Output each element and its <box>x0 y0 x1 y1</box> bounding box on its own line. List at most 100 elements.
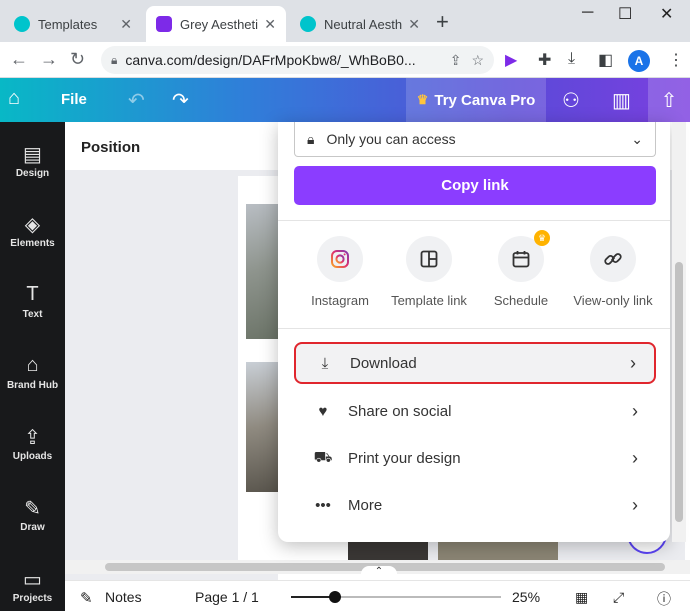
sidebar-item-draw[interactable]: ✎ Draw <box>0 496 65 533</box>
more-option[interactable]: ••• More › <box>294 484 656 526</box>
sidebar-item-brand-hub[interactable]: ⌂ Brand Hub <box>0 354 65 391</box>
downloads-icon[interactable]: ⤓ <box>568 50 575 68</box>
option-label: More <box>348 496 383 514</box>
collapse-pages-handle[interactable]: ⌃ <box>361 566 397 580</box>
zoom-slider[interactable] <box>291 591 501 603</box>
instagram-icon <box>317 236 363 282</box>
option-label: Download <box>350 354 417 372</box>
undo-icon[interactable]: ↶ <box>128 88 145 113</box>
sidebar-item-design[interactable]: ▤ Design <box>0 142 65 179</box>
side-panel-icon[interactable]: ◧ <box>598 50 613 70</box>
link-icon <box>590 236 636 282</box>
chevron-right-icon: › <box>630 352 636 373</box>
back-icon[interactable]: ← <box>10 49 28 70</box>
projects-icon: ▭ <box>23 569 42 591</box>
address-bar[interactable]: 🔒︎ canva.com/design/DAFrMpoKbw8/_WhBoB0.… <box>101 46 494 74</box>
copy-link-button[interactable]: Copy link <box>294 166 656 205</box>
divider <box>278 220 670 221</box>
sidebar-item-uploads[interactable]: ⇪ Uploads <box>0 425 65 462</box>
notes-button[interactable]: Notes <box>105 589 142 605</box>
canva-header: ⌂ File ↶ ↷ ♛ Try Canva Pro ⚇ ▥ ⇧ <box>0 78 690 122</box>
sidebar-item-label: Design <box>15 168 50 179</box>
browser-tab-templates[interactable]: Templates ✕ <box>4 6 142 42</box>
photo-portrait[interactable] <box>348 542 428 560</box>
zoom-level[interactable]: 25% <box>512 589 540 605</box>
share-menu-scrollbar[interactable] <box>672 122 686 542</box>
maximize-icon[interactable]: ☐ <box>618 4 632 24</box>
try-canva-pro-button[interactable]: ♛ Try Canva Pro <box>406 78 546 122</box>
browser-tab-neutral-aesthetic[interactable]: Neutral Aesthe ✕ <box>290 6 430 42</box>
profile-avatar[interactable]: A <box>628 50 650 72</box>
sidebar-item-projects[interactable]: ▭ Projects <box>0 567 65 604</box>
new-tab-icon[interactable]: + <box>436 9 449 35</box>
design-icon: ▤ <box>23 144 42 166</box>
share-schedule[interactable]: ♛ Schedule <box>471 230 571 308</box>
download-option[interactable]: ⤓ Download › <box>294 342 656 384</box>
download-icon: ⤓ <box>321 354 329 372</box>
tab-close-icon[interactable]: ✕ <box>408 16 420 33</box>
fullscreen-icon[interactable]: ⤢ <box>613 589 624 606</box>
quick-action-label: Instagram <box>311 293 369 308</box>
access-level-value: Only you can access <box>326 131 456 147</box>
browser-tab-bar: Templates ✕ Grey Aesthetic ✕ Neutral Aes… <box>0 0 690 42</box>
sidebar-item-label: Elements <box>10 238 55 249</box>
draw-icon: ✎ <box>24 498 41 520</box>
access-level-select[interactable]: 🔒︎ Only you can access ⌄ <box>294 122 656 157</box>
print-design-option[interactable]: ⛟ Print your design › <box>294 437 656 479</box>
zoom-slider-knob[interactable] <box>329 591 341 603</box>
sidebar-item-text[interactable]: T Text <box>0 283 65 320</box>
lock-icon: 🔒︎ <box>111 52 118 67</box>
extension-play-icon[interactable]: ▶ <box>505 50 517 70</box>
insights-chart-icon[interactable]: ▥ <box>612 88 631 113</box>
sidebar-item-label: Uploads <box>12 451 53 462</box>
tab-title: Grey Aesthetic <box>180 16 259 32</box>
redo-icon[interactable]: ↷ <box>172 88 189 113</box>
browser-tab-grey-aesthetic[interactable]: Grey Aesthetic ✕ <box>146 6 286 42</box>
page-indicator[interactable]: Page 1 / 1 <box>195 589 259 605</box>
sidebar-item-label: Draw <box>20 522 45 533</box>
window-close-icon[interactable]: ✕ <box>660 4 673 24</box>
share-on-social-option[interactable]: ♥ Share on social › <box>294 390 656 432</box>
sidebar-item-elements[interactable]: ◈ Elements <box>0 212 65 249</box>
crown-icon: ♛ <box>416 92 429 107</box>
share-instagram[interactable]: Instagram <box>290 236 390 308</box>
home-icon[interactable]: ⌂ <box>8 87 20 110</box>
share-page-icon[interactable]: ⇪ <box>450 52 462 69</box>
extensions-puzzle-icon[interactable]: ✚ <box>538 50 551 70</box>
upload-share-icon: ⇧ <box>660 89 678 112</box>
notes-icon[interactable]: ✎ <box>80 589 93 607</box>
canva-favicon-icon <box>14 16 30 32</box>
url-text: canva.com/design/DAFrMpoKbw8/_WhBoB0... <box>125 52 416 68</box>
bookmark-star-icon[interactable]: ☆ <box>471 52 484 69</box>
elements-icon: ◈ <box>24 214 41 236</box>
share-button[interactable]: ⇧ <box>648 78 690 122</box>
lock-icon: 🔒︎ <box>307 130 315 147</box>
share-view-only-link[interactable]: View-only link <box>563 236 663 308</box>
text-icon: T <box>26 283 39 305</box>
minimize-icon[interactable]: ─ <box>582 4 593 22</box>
forward-icon[interactable]: → <box>40 49 58 70</box>
share-dropdown: 🔒︎ Only you can access ⌄ Copy link Insta… <box>278 122 670 542</box>
scrollbar-thumb[interactable] <box>675 262 683 522</box>
grid-view-icon[interactable]: ▦ <box>575 589 588 606</box>
option-label: Print your design <box>348 449 461 467</box>
chevron-right-icon: › <box>632 447 638 468</box>
browser-toolbar: ← → ↻ 🔒︎ canva.com/design/DAFrMpoKbw8/_W… <box>0 42 690 78</box>
add-people-icon[interactable]: ⚇ <box>562 88 580 113</box>
share-template-link[interactable]: Template link <box>379 236 479 308</box>
calendar-icon: ♛ <box>498 230 550 282</box>
divider <box>278 328 670 329</box>
pro-crown-badge-icon: ♛ <box>534 230 550 246</box>
tab-close-icon[interactable]: ✕ <box>264 16 276 33</box>
sidebar-item-label: Projects <box>12 593 53 604</box>
file-menu-button[interactable]: File <box>61 91 87 108</box>
tab-close-icon[interactable]: ✕ <box>120 16 132 33</box>
browser-menu-icon[interactable]: ⋮ <box>668 50 684 70</box>
help-icon[interactable]: ⓘ <box>657 589 671 609</box>
chevron-right-icon: › <box>632 400 638 421</box>
brand-hub-icon: ⌂ <box>26 354 39 376</box>
reload-icon[interactable]: ↻ <box>70 49 85 70</box>
left-sidebar: ▤ Design ◈ Elements T Text ⌂ Brand Hub ⇪… <box>0 122 65 611</box>
tab-title: Neutral Aesthe <box>324 16 403 32</box>
photo-street[interactable] <box>438 542 558 560</box>
